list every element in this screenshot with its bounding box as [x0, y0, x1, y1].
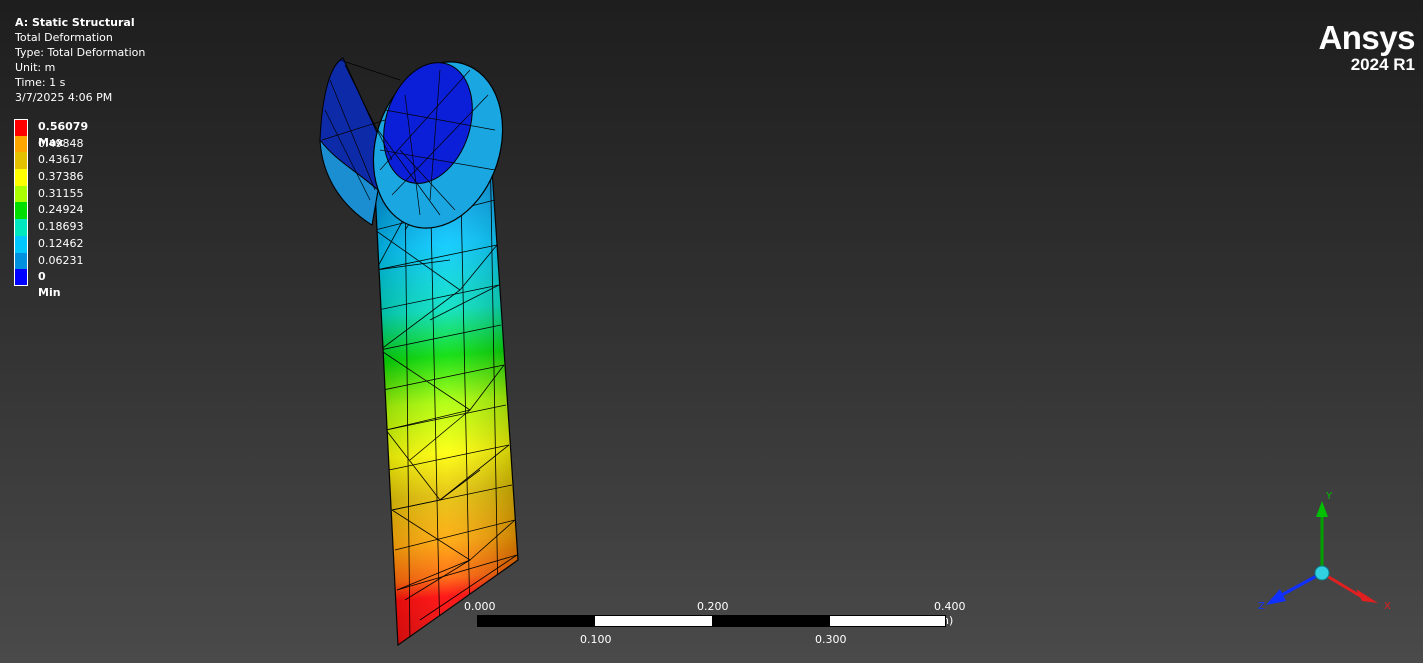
axis-label-y: Y: [1325, 491, 1333, 502]
scale-label: 0.000: [464, 600, 496, 613]
scale-label: 0.300: [815, 633, 847, 646]
scale-label: 0.200: [697, 600, 729, 613]
scale-bar: 0.000 0.200 0.400 (m) 0.100 0.300: [464, 598, 966, 648]
axis-triad[interactable]: Y X Z: [1250, 485, 1400, 615]
axis-label-x: X: [1384, 601, 1391, 612]
deformed-model-viewport[interactable]: [0, 0, 1423, 663]
scale-track: [477, 615, 946, 627]
scale-segment: [478, 616, 595, 626]
scale-segment: [712, 616, 830, 626]
scale-label: 0.100: [580, 633, 612, 646]
axis-label-z: Z: [1258, 601, 1265, 612]
